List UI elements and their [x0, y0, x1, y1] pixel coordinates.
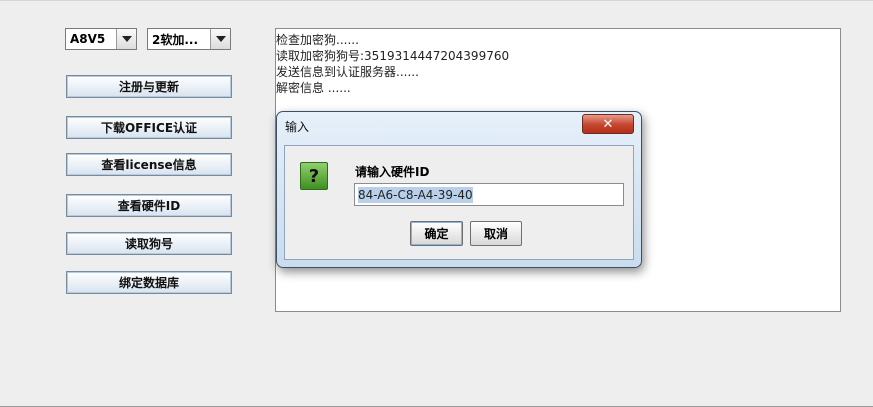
hardware-id-input[interactable]: 84-A6-C8-A4-39-40 — [354, 183, 624, 206]
input-dialog: 输入 ✕ ? 请输入硬件ID 84-A6-C8-A4-39-40 确定 取消 — [276, 111, 642, 268]
chevron-down-icon[interactable] — [116, 29, 136, 49]
log-line: 发送信息到认证服务器...... — [276, 65, 419, 79]
model-combo-value: A8V5 — [70, 32, 106, 46]
hardware-id-prompt: 请输入硬件ID — [355, 165, 430, 179]
dialog-title: 输入 — [285, 119, 310, 134]
hardware-id-input-value: 84-A6-C8-A4-39-40 — [358, 186, 473, 203]
software-combo[interactable]: 2软加... — [147, 28, 231, 50]
log-line: 检查加密狗...... — [276, 33, 359, 47]
question-icon: ? — [300, 162, 328, 190]
dialog-body: ? 请输入硬件ID 84-A6-C8-A4-39-40 确定 取消 — [284, 145, 634, 260]
bind-database-button[interactable]: 绑定数据库 — [66, 271, 232, 294]
app-window: A8V5 2软加... 注册与更新 下载OFFICE认证 查看license信息… — [0, 0, 873, 407]
view-license-button[interactable]: 查看license信息 — [66, 153, 232, 176]
view-hardware-id-button[interactable]: 查看硬件ID — [66, 194, 232, 217]
read-dongle-number-button[interactable]: 读取狗号 — [66, 232, 232, 255]
log-line: 读取加密狗狗号:3519314447204399760 — [276, 49, 510, 63]
close-icon[interactable]: ✕ — [582, 114, 634, 134]
log-line: 解密信息 ...... — [276, 81, 351, 95]
ok-button[interactable]: 确定 — [410, 221, 463, 246]
model-combo[interactable]: A8V5 — [65, 28, 137, 50]
chevron-down-icon[interactable] — [210, 29, 230, 49]
software-combo-value: 2软加... — [152, 32, 199, 47]
register-update-button[interactable]: 注册与更新 — [66, 75, 232, 98]
cancel-button[interactable]: 取消 — [470, 221, 522, 246]
download-office-cert-button[interactable]: 下载OFFICE认证 — [66, 116, 232, 139]
